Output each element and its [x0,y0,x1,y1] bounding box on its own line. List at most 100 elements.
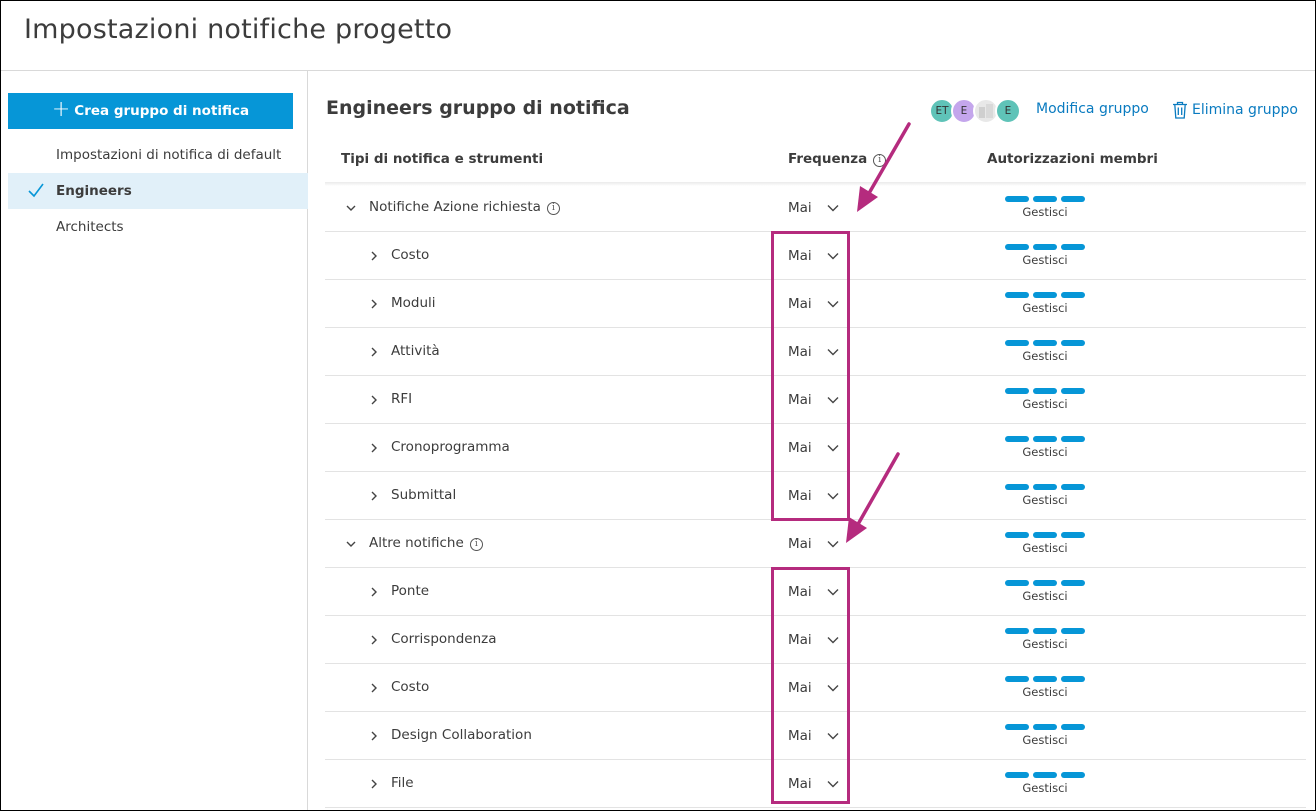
member-permission: Gestisci [1005,580,1085,603]
frequency-dropdown[interactable]: Mai [788,531,840,557]
row-label: Notifiche Azione richiesta i [369,199,560,215]
sidebar: + Crea gruppo di notifica Impostazioni d… [1,71,308,810]
permission-label: Gestisci [1022,733,1068,747]
chevron-right-icon[interactable] [368,586,380,598]
permission-level-bar [1005,436,1085,442]
sidebar-item-label: Engineers [56,183,132,199]
column-header-frequency: Frequenza i [788,151,887,167]
permission-label: Gestisci [1022,397,1068,411]
member-permission: Gestisci [1005,532,1085,555]
permission-label: Gestisci [1022,349,1068,363]
row-label: Corrispondenza [391,631,497,647]
create-group-button[interactable]: + Crea gruppo di notifica [8,93,293,129]
permission-label: Gestisci [1022,301,1068,315]
permission-level-bar [1005,340,1085,346]
row-label: Cronoprogramma [391,439,510,455]
member-permission: Gestisci [1005,292,1085,315]
permission-level-bar [1005,244,1085,250]
permission-level-bar [1005,484,1085,490]
row-label: Costo [391,679,430,695]
sidebar-item-architects[interactable]: Architects [8,209,308,245]
member-permission: Gestisci [1005,724,1085,747]
permission-level-bar [1005,292,1085,298]
permission-label: Gestisci [1022,541,1068,555]
annotation-highlight-box [771,567,850,804]
permission-level-bar [1005,676,1085,682]
frequency-dropdown[interactable]: Mai [788,195,840,221]
permission-level-bar [1005,388,1085,394]
row-label: Costo [391,247,430,263]
chevron-right-icon[interactable] [368,442,380,454]
column-header-types: Tipi di notifica e strumenti [341,151,544,167]
sidebar-item-default-settings[interactable]: Impostazioni di notifica di default [8,137,308,173]
info-icon[interactable]: i [469,538,483,551]
info-icon[interactable]: i [546,202,560,215]
table-group-row-altre-notifiche: Altre notifiche i Mai Gestisci [325,520,1306,568]
permission-label: Gestisci [1022,205,1068,219]
column-header-permissions: Autorizzazioni membri [987,151,1158,167]
row-label: Design Collaboration [391,727,532,743]
row-label: Submittal [391,487,457,503]
member-permission: Gestisci [1005,244,1085,267]
permission-level-bar [1005,724,1085,730]
member-permission: Gestisci [1005,388,1085,411]
chevron-right-icon[interactable] [368,778,380,790]
member-permission: Gestisci [1005,628,1085,651]
member-permission: Gestisci [1005,436,1085,459]
chevron-right-icon[interactable] [368,682,380,694]
row-label: Ponte [391,583,430,599]
member-permission: Gestisci [1005,676,1085,699]
chevron-right-icon[interactable] [368,250,380,262]
permission-level-bar [1005,532,1085,538]
row-label: Attività [391,343,440,359]
chevron-down-icon [827,541,839,548]
permission-label: Gestisci [1022,781,1068,795]
delete-group-link[interactable]: Elimina gruppo [1172,101,1298,119]
permission-label: Gestisci [1022,493,1068,507]
chevron-right-icon[interactable] [368,346,380,358]
sidebar-item-label: Impostazioni di notifica di default [56,147,282,163]
permission-label: Gestisci [1022,685,1068,699]
chevron-down-icon[interactable] [345,202,357,214]
permission-level-bar [1005,196,1085,202]
permission-level-bar [1005,628,1085,634]
delete-group-label: Elimina gruppo [1192,102,1298,118]
edit-group-label: Modifica gruppo [1036,101,1149,117]
trash-icon [1173,101,1187,119]
permission-level-bar [1005,772,1085,778]
member-permission: Gestisci [1005,340,1085,363]
row-label: File [391,775,414,791]
create-group-label: Crea gruppo di notifica [74,103,250,119]
info-icon[interactable]: i [873,154,887,167]
avatar: E [995,98,1021,124]
chevron-right-icon[interactable] [368,634,380,646]
chevron-right-icon[interactable] [368,490,380,502]
permission-label: Gestisci [1022,637,1068,651]
edit-group-link[interactable]: Modifica gruppo [1036,101,1149,117]
chevron-down-icon [827,205,839,212]
page-title: Impostazioni notifiche progetto [24,14,453,45]
member-permission: Gestisci [1005,772,1085,795]
permission-label: Gestisci [1022,253,1068,267]
frequency-value: Mai [788,200,812,216]
member-permission: Gestisci [1005,484,1085,507]
permission-label: Gestisci [1022,589,1068,603]
chevron-right-icon[interactable] [368,730,380,742]
annotation-highlight-box [771,231,850,521]
check-icon [28,183,44,198]
member-avatars[interactable]: ET E E [929,98,1021,124]
table-group-row-notifiche-azione-richiesta: Notifiche Azione richiesta i Mai Gestisci [325,184,1306,232]
chevron-down-icon[interactable] [345,538,357,550]
sidebar-item-label: Architects [56,219,124,235]
row-label: Moduli [391,295,436,311]
group-title: Engineers gruppo di notifica [326,97,630,119]
sidebar-item-engineers[interactable]: Engineers [8,173,308,209]
chevron-right-icon[interactable] [368,394,380,406]
row-label: Altre notifiche i [369,535,483,551]
permission-level-bar [1005,580,1085,586]
row-label: RFI [391,391,413,407]
plus-icon: + [51,97,71,122]
frequency-value: Mai [788,536,812,552]
chevron-right-icon[interactable] [368,298,380,310]
permission-label: Gestisci [1022,445,1068,459]
